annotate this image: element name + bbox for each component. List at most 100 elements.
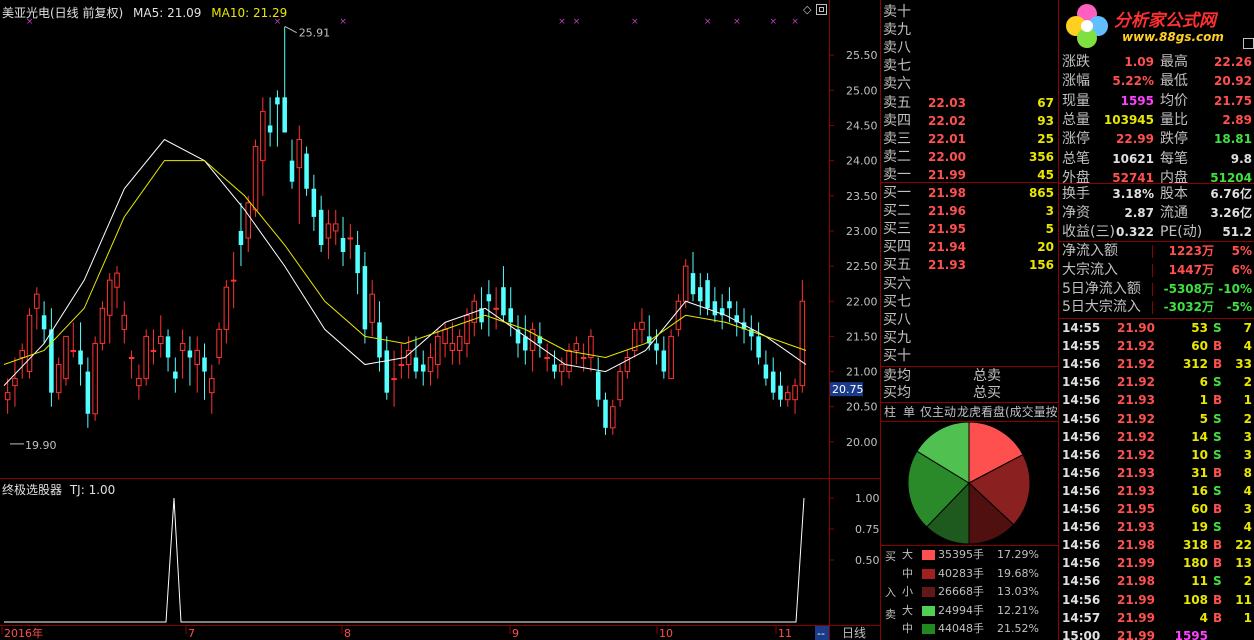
stat-label: 最低	[1160, 73, 1188, 90]
indicator-name: 终极选股器	[2, 483, 63, 497]
flow-volume: 44048手	[938, 622, 984, 635]
restore-window-icon-right[interactable]	[1243, 38, 1254, 49]
ask-row[interactable]: 卖四 22.02 93	[883, 112, 1058, 130]
trade-volume: 11	[1191, 574, 1208, 589]
trade-side: S	[1213, 447, 1222, 462]
fund-flow-row: 净流入额 1223万 5%	[1060, 242, 1254, 260]
bid-row[interactable]: 买十	[883, 347, 1058, 365]
level-label: 买三	[883, 221, 911, 238]
trade-volume: 318	[1182, 538, 1208, 553]
ask-row[interactable]: 卖八	[883, 39, 1058, 57]
level-volume: 20	[1037, 240, 1054, 255]
trade-time: 14:56	[1062, 483, 1101, 498]
stat-row: 收益(三) 0.322 PE(动) 51.2	[1060, 223, 1254, 241]
stat-row: 涨停 22.99 跌停 18.81	[1060, 130, 1254, 148]
candle-body	[508, 308, 513, 323]
level-volume: 25	[1037, 131, 1054, 146]
tab-active-only[interactable]: 仅主动	[920, 403, 956, 421]
candle-body	[238, 230, 244, 245]
level-price: 21.94	[928, 240, 966, 255]
bid-row[interactable]: 买四 21.94 20	[883, 238, 1058, 256]
bid-row[interactable]: 买七	[883, 293, 1058, 311]
ask-row[interactable]: 卖十	[883, 3, 1058, 21]
level-volume: 865	[1028, 186, 1054, 200]
logo-banner[interactable]: 分析家公式网 www.88gs.com	[1060, 0, 1254, 52]
bid-row[interactable]: 买一 21.98 865	[883, 184, 1058, 202]
candle-body	[325, 223, 332, 239]
trade-side: B	[1213, 538, 1223, 553]
candle-body	[304, 153, 309, 189]
trade-count: 4	[1243, 339, 1252, 354]
trade-time: 14:56	[1062, 592, 1101, 607]
ma10-value: MA10: 21.29	[211, 6, 288, 20]
kline-chart[interactable]: 25.50 25.00 24.50 24.00 23.50 23.00 22.50 22.00…	[0, 0, 880, 640]
stat-row: 涨幅 5.22% 最低 20.92	[1060, 72, 1254, 90]
candle-body	[690, 273, 696, 295]
trade-row: 14:56 21.99 180 B 13	[1060, 554, 1254, 572]
stat-label: PE(动)	[1160, 223, 1203, 240]
tab-single[interactable]: 单	[903, 403, 915, 421]
candle-body	[544, 357, 550, 359]
stat-row: 总笔 10621 每笔 9.8	[1060, 150, 1254, 168]
flow-color-swatch	[922, 605, 935, 616]
trade-price: 21.93	[1117, 520, 1155, 535]
restore-window-icon[interactable]	[816, 4, 827, 15]
trade-count: 3	[1243, 447, 1252, 462]
trade-time: 14:56	[1062, 538, 1101, 553]
fund-flow-percent: 5%	[1231, 244, 1252, 258]
trade-row: 14:56 21.92 312 B 33	[1060, 355, 1254, 373]
candle-body	[573, 342, 580, 351]
bid-row[interactable]: 买六	[883, 275, 1058, 293]
fund-flow-percent: -10%	[1218, 281, 1252, 296]
stat-label: 换手	[1062, 186, 1090, 202]
bid-row[interactable]: 买三 21.95 5	[883, 220, 1058, 238]
trade-side: B	[1213, 465, 1223, 480]
candle-body	[580, 357, 587, 359]
ask-row[interactable]: 卖二 22.00 356	[883, 148, 1058, 166]
ask-row[interactable]: 卖九	[883, 21, 1058, 39]
trade-side: S	[1213, 483, 1222, 498]
bid-row[interactable]: 买九	[883, 329, 1058, 347]
trade-time: 14:56	[1062, 411, 1101, 426]
stat-row: 总量 103945 量比 2.89	[1060, 111, 1254, 129]
price-tick-label: 21.50	[846, 330, 878, 343]
trade-price: 21.99	[1117, 628, 1155, 640]
candle-body	[595, 371, 601, 400]
trade-row: 14:56 21.93 31 B 8	[1060, 464, 1254, 482]
candle-body	[763, 364, 769, 379]
bid-row[interactable]: 买八	[883, 311, 1058, 329]
candle-body	[173, 371, 178, 379]
tab-bar-chart[interactable]: 柱	[884, 403, 896, 421]
stat-label: 量比	[1160, 111, 1188, 128]
bid-row[interactable]: 买二 21.96 3	[883, 202, 1058, 220]
indicator-line	[4, 497, 805, 623]
ask-row[interactable]: 卖五 22.03 67	[883, 94, 1058, 112]
trade-price: 21.93	[1117, 393, 1155, 408]
tab-dragon-tiger[interactable]: 龙虎看盘(成交量按	[957, 403, 1058, 421]
stat-label: 每笔	[1160, 150, 1188, 167]
ask-row[interactable]: 卖六	[883, 75, 1058, 93]
candle-body	[267, 125, 273, 133]
candle-body	[456, 335, 463, 351]
trade-row: 14:56 21.99 108 B 11	[1060, 591, 1254, 609]
fund-flow-value: -3032万	[1163, 300, 1214, 315]
candle-body	[617, 371, 623, 401]
indicator-title: 终极选股器 TJ: 1.00	[2, 481, 115, 498]
bid-row[interactable]: 买五 21.93 156	[883, 256, 1058, 274]
ask-row[interactable]: 卖三 22.01 25	[883, 130, 1058, 148]
ask-row[interactable]: 卖七	[883, 57, 1058, 75]
diamond-icon[interactable]: ◇	[803, 3, 811, 16]
trade-row: 14:56 21.98 318 B 22	[1060, 536, 1254, 554]
candle-body	[552, 364, 557, 372]
stat-value: 6.76亿	[1210, 187, 1252, 201]
candle-body	[92, 342, 98, 415]
candle-body	[610, 406, 616, 429]
stat-label: 最高	[1160, 54, 1188, 70]
candle-body	[391, 378, 397, 381]
indicator-tj: TJ: 1.00	[69, 483, 116, 497]
period-label: 日线	[842, 626, 866, 640]
fund-flow-percent: -5%	[1226, 300, 1252, 315]
candle-body	[501, 287, 506, 316]
flow-row: 小 26668手 13.03%	[902, 583, 1039, 601]
trade-row: 14:56 21.92 6 S 2	[1060, 373, 1254, 391]
